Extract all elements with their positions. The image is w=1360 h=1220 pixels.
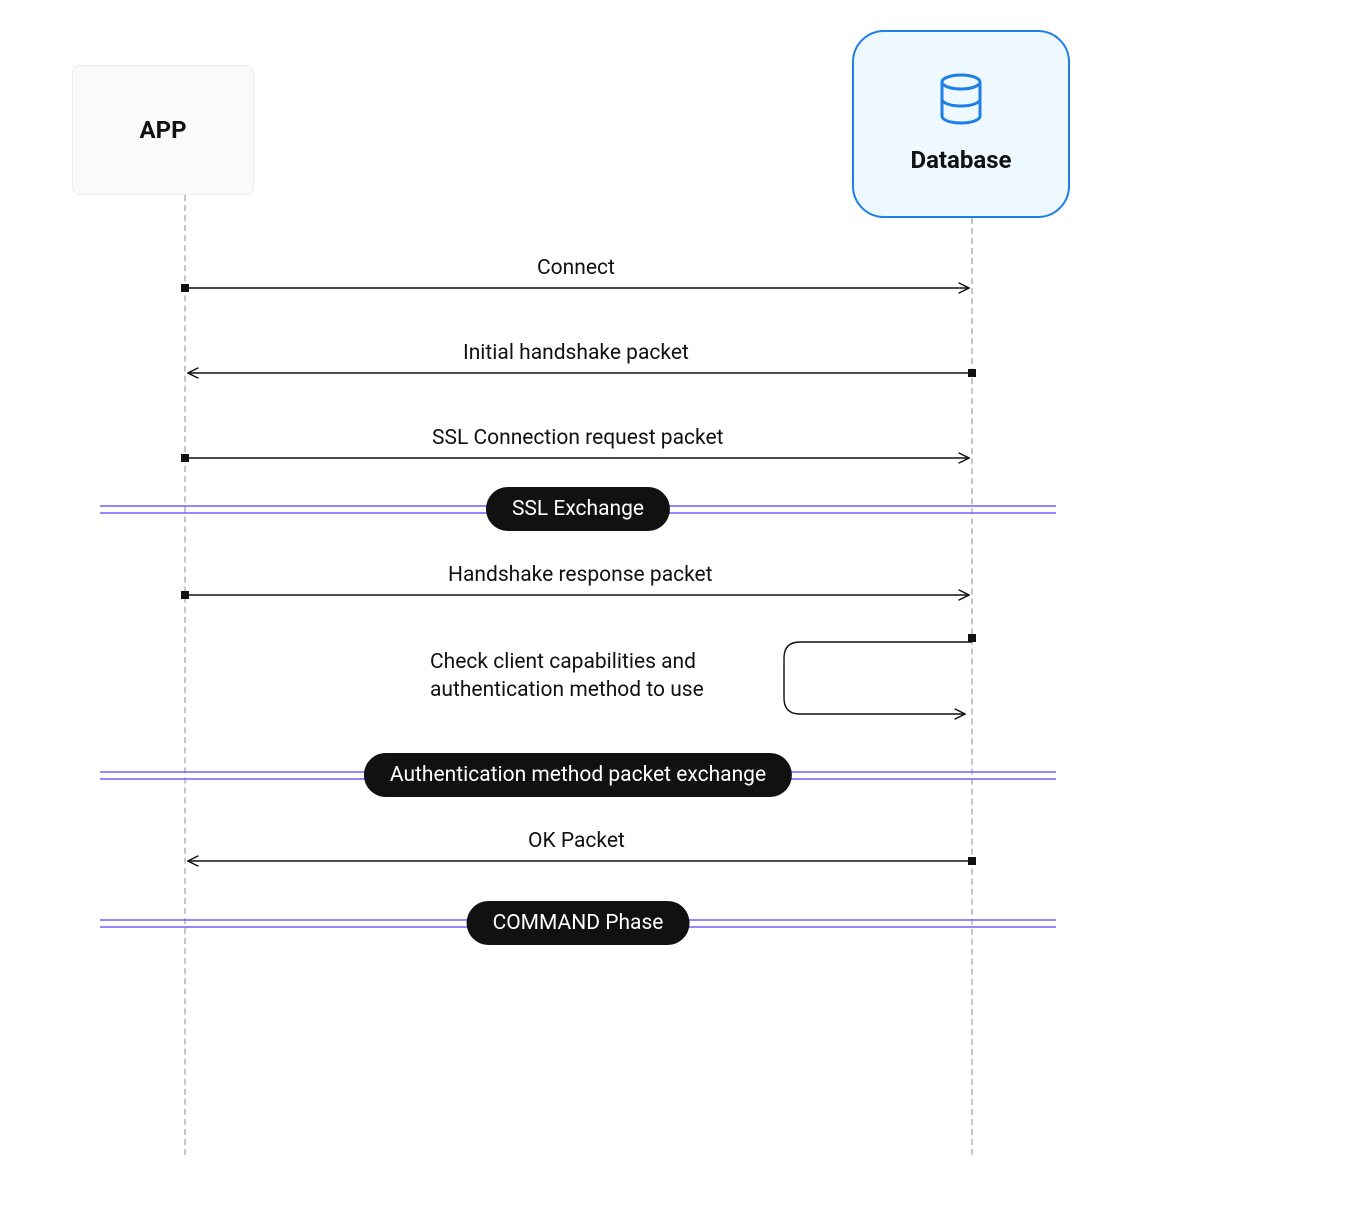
label-connect: Connect (537, 256, 615, 280)
msg-check-capabilities (784, 634, 976, 714)
lifeline-db (971, 218, 973, 1155)
label-ok-packet: OK Packet (528, 829, 625, 853)
actor-db-label: Database (910, 146, 1011, 175)
lifeline-app (184, 195, 186, 1155)
sequence-diagram: APP Database (0, 0, 1360, 1220)
phase-ssl-exchange: SSL Exchange (486, 487, 670, 531)
msg-ok-packet (189, 857, 976, 865)
msg-connect (181, 284, 968, 292)
actor-app-label: APP (139, 116, 186, 145)
msg-ssl-request (181, 454, 968, 462)
phase-auth-exchange: Authentication method packet exchange (364, 753, 792, 797)
phase-command: COMMAND Phase (467, 901, 690, 945)
actor-app: APP (72, 65, 254, 195)
actor-database: Database (852, 30, 1070, 218)
database-icon (938, 73, 984, 132)
msg-handshake-response (181, 591, 968, 599)
label-handshake-response: Handshake response packet (448, 563, 713, 587)
label-ssl-request: SSL Connection request packet (432, 426, 723, 450)
msg-initial-handshake (189, 369, 976, 377)
label-initial-handshake: Initial handshake packet (463, 341, 689, 365)
label-check-capabilities: Check client capabilities and authentica… (430, 648, 760, 705)
